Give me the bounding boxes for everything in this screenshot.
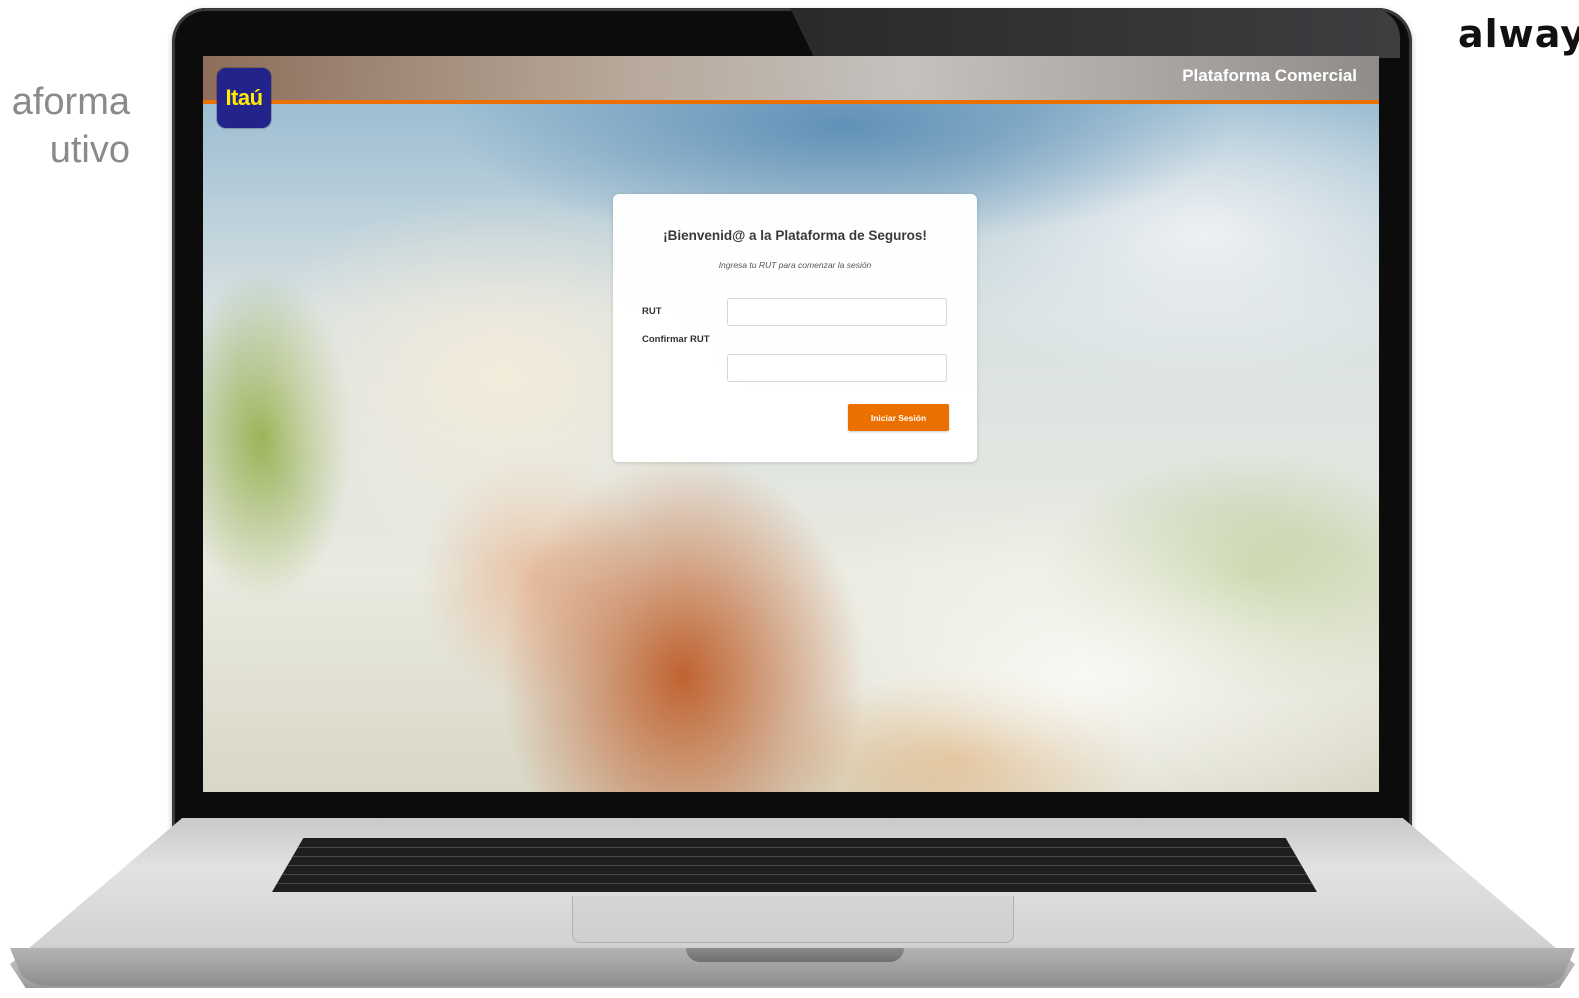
keyboard-row (272, 847, 1317, 848)
brand-wordmark: alway (1458, 12, 1579, 56)
login-card: ¡Bienvenid@ a la Plataforma de Seguros! … (613, 194, 977, 462)
itau-logo[interactable]: Itaú (217, 68, 271, 128)
logo-text: Itaú (225, 85, 263, 110)
login-subtitle: Ingresa tu RUT para comenzar la sesión (718, 260, 872, 270)
header-accent-line (203, 100, 1379, 104)
side-caption-line-1: aforma (11, 81, 130, 123)
keyboard-row (272, 856, 1317, 857)
laptop-screen: Itaú Plataforma Comercial ¡Bienvenid@ a … (203, 56, 1379, 792)
keyboard (272, 838, 1317, 892)
laptop-lid-reflection (790, 8, 1400, 58)
trackpad (572, 896, 1014, 943)
rut-label: RUT (642, 306, 662, 317)
confirm-rut-input[interactable] (727, 354, 947, 382)
side-caption-line-2: utivo (49, 129, 130, 171)
side-caption: aforma utivo (0, 78, 130, 174)
platform-title: Plataforma Comercial (1182, 66, 1357, 85)
keyboard-row (272, 883, 1317, 884)
keyboard-row (272, 874, 1317, 875)
keyboard-row (272, 865, 1317, 866)
confirm-rut-label: Confirmar RUT (642, 334, 710, 345)
login-title: ¡Bienvenid@ a la Plataforma de Seguros! (663, 228, 927, 243)
rut-input[interactable] (727, 298, 947, 326)
laptop-notch (686, 948, 904, 962)
login-button[interactable]: Iniciar Sesión (848, 404, 949, 431)
